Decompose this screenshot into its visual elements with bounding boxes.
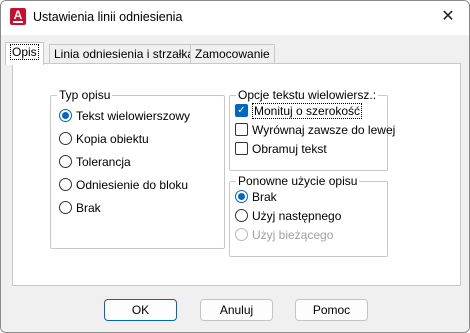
tab-attachment[interactable]: Zamocowanie bbox=[190, 44, 275, 64]
option-label: Monituj o szerokość bbox=[252, 103, 363, 119]
checkbox-always-left-justify[interactable]: Wyrównaj zawsze do lewej bbox=[235, 122, 395, 138]
checkbox-frame-text[interactable]: Obramuj tekst bbox=[235, 141, 327, 157]
tab-leader-arrow[interactable]: Linia odniesienia i strzałka bbox=[49, 44, 200, 64]
autocad-app-icon: A bbox=[10, 8, 26, 25]
radio-indicator bbox=[59, 132, 72, 146]
group-label: Ponowne użycie opisu bbox=[236, 174, 360, 188]
checkbox-indicator bbox=[235, 142, 248, 156]
ok-button[interactable]: OK bbox=[104, 299, 177, 321]
checkmark-icon: ✓ bbox=[235, 104, 248, 118]
radio-reuse-next[interactable]: Użyj następnego bbox=[235, 208, 341, 224]
title-bar: A Ustawienia linii odniesienia ✕ bbox=[1, 1, 469, 35]
radio-tolerance[interactable]: Tolerancja bbox=[59, 154, 131, 170]
radio-multiline-text[interactable]: Tekst wielowierszowy bbox=[59, 108, 190, 124]
mtext-options-group: Opcje tekstu wielowiersz.: ✓ Monituj o sz… bbox=[229, 88, 395, 171]
option-label: Odniesienie do bloku bbox=[76, 178, 189, 192]
tab-label: Opis bbox=[10, 44, 39, 60]
radio-indicator bbox=[59, 201, 72, 215]
help-button[interactable]: Pomoc bbox=[295, 299, 368, 321]
option-label: Brak bbox=[252, 190, 277, 204]
option-label: Użyj następnego bbox=[252, 209, 342, 223]
dialog-window: A Ustawienia linii odniesienia ✕ Opis Li… bbox=[0, 0, 470, 333]
radio-none[interactable]: Brak bbox=[59, 200, 101, 216]
window-title: Ustawienia linii odniesienia bbox=[33, 10, 183, 24]
radio-indicator bbox=[59, 155, 72, 169]
radio-indicator bbox=[235, 209, 248, 223]
checkbox-prompt-width[interactable]: ✓ Monituj o szerokość bbox=[235, 103, 363, 119]
option-label: Tekst wielowierszowy bbox=[76, 109, 191, 123]
radio-block-reference[interactable]: Odniesienie do bloku bbox=[59, 177, 188, 193]
radio-indicator bbox=[235, 190, 248, 204]
option-label: Wyrównaj zawsze do lewej bbox=[252, 123, 396, 137]
group-label: Typ opisu bbox=[57, 88, 113, 102]
radio-indicator bbox=[59, 109, 72, 123]
annotation-reuse-group: Ponowne użycie opisu Brak Użyj następneg… bbox=[229, 174, 388, 257]
radio-reuse-none[interactable]: Brak bbox=[235, 189, 277, 205]
dialog-client: Opis Linia odniesienia i strzałka Zamoco… bbox=[1, 35, 469, 332]
radio-copy-object[interactable]: Kopia obiektu bbox=[59, 131, 149, 147]
radio-indicator bbox=[235, 228, 248, 242]
group-label: Opcje tekstu wielowiersz.: bbox=[236, 88, 379, 102]
close-icon[interactable]: ✕ bbox=[433, 5, 463, 29]
option-label: Brak bbox=[76, 201, 101, 215]
checkbox-indicator bbox=[235, 123, 248, 137]
tab-panel-opis: Typ opisu Tekst wielowierszowy Kopia obi… bbox=[12, 63, 461, 286]
radio-indicator bbox=[59, 178, 72, 192]
option-label: Kopia obiektu bbox=[76, 132, 149, 146]
cancel-button[interactable]: Anuluj bbox=[200, 299, 273, 321]
annotation-type-group: Typ opisu Tekst wielowierszowy Kopia obi… bbox=[50, 88, 225, 249]
option-label: Obramuj tekst bbox=[252, 142, 327, 156]
radio-reuse-current: Użyj bieżącego bbox=[235, 227, 333, 243]
option-label: Użyj bieżącego bbox=[252, 228, 334, 242]
tab-opis[interactable]: Opis bbox=[5, 42, 44, 65]
option-label: Tolerancja bbox=[76, 155, 131, 169]
